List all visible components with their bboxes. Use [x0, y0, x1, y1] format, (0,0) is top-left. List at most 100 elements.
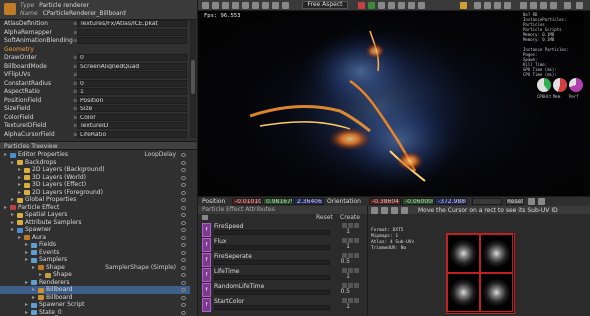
play-icon[interactable]: [368, 1, 375, 9]
function-icon[interactable]: f: [202, 298, 211, 312]
visibility-eye-icon[interactable]: [181, 213, 186, 217]
position-x-field[interactable]: -0.01010(: [232, 198, 262, 205]
tree-item[interactable]: ▸ Spatial Layers: [0, 211, 190, 219]
expand-arrow-icon[interactable]: ▸: [18, 234, 21, 242]
warning-icon[interactable]: [460, 1, 467, 9]
orientation-x-field[interactable]: -0.38604: [369, 198, 401, 205]
expand-arrow-icon[interactable]: ▸: [25, 301, 28, 309]
visibility-eye-icon[interactable]: [181, 168, 186, 172]
expand-arrow-icon[interactable]: ▸: [25, 309, 28, 316]
inspector-scrollbar[interactable]: [190, 20, 196, 138]
loop-icon[interactable]: [398, 1, 405, 9]
attribute-value[interactable]: 1: [346, 303, 350, 310]
link-icon[interactable]: [538, 198, 545, 205]
property-row[interactable]: SoftAnimationBlending ≡: [0, 37, 190, 45]
tree-item[interactable]: ▸ Editor Properties LoopDelay: [0, 151, 190, 159]
property-row[interactable]: AspectRatio ≡ 1: [0, 88, 190, 96]
layers-icon[interactable]: [484, 1, 491, 9]
visibility-eye-icon[interactable]: [181, 295, 186, 300]
property-row[interactable]: DrawOrder ≡ 0: [0, 54, 190, 62]
position-z-field[interactable]: 2.364067: [294, 198, 324, 205]
visibility-eye-icon[interactable]: [181, 175, 186, 180]
tree-item[interactable]: ▸ Backdrops: [0, 159, 190, 167]
subuv-cell[interactable]: [480, 234, 513, 273]
step-icon[interactable]: [388, 1, 395, 9]
subuv-cell[interactable]: [447, 234, 480, 273]
visibility-eye-icon[interactable]: [181, 198, 186, 202]
visibility-eye-icon[interactable]: [181, 265, 186, 270]
visibility-eye-icon[interactable]: [181, 190, 186, 195]
expand-arrow-icon[interactable]: ▸: [25, 279, 28, 287]
menu-icon[interactable]: [348, 283, 353, 288]
dropdown-icon[interactable]: [550, 1, 557, 9]
gizmo-icon[interactable]: [530, 1, 537, 9]
tree-item[interactable]: ▸ Billboard: [0, 286, 190, 294]
light-icon[interactable]: [232, 1, 239, 9]
function-icon[interactable]: f: [202, 223, 211, 237]
attribute-slider[interactable]: [214, 245, 330, 250]
visibility-eye-icon[interactable]: [181, 250, 186, 255]
property-row[interactable]: AlphaRemapper ≡: [0, 29, 190, 37]
expand-arrow-icon[interactable]: ▸: [11, 211, 14, 219]
close-icon[interactable]: [354, 223, 359, 228]
property-value-field[interactable]: 0: [77, 54, 187, 62]
view-mode-icon[interactable]: [202, 1, 209, 9]
menu-icon[interactable]: [348, 298, 353, 303]
property-value-field[interactable]: [77, 37, 187, 45]
settings-icon[interactable]: [272, 1, 279, 9]
attribute-value[interactable]: 0.5: [340, 288, 350, 295]
options-icon[interactable]: [576, 1, 583, 9]
expand-arrow-icon[interactable]: ▸: [25, 249, 28, 257]
effect-icon[interactable]: [474, 1, 481, 9]
expand-arrow-icon[interactable]: ▸: [32, 286, 35, 294]
subuv-icon[interactable]: [371, 207, 378, 214]
tree-item[interactable]: ▸ 2D Layers (Background): [0, 166, 190, 174]
visibility-eye-icon[interactable]: [181, 220, 186, 225]
tree-item[interactable]: ▸ State_0: [0, 309, 190, 316]
attribute-value[interactable]: 1: [346, 243, 350, 250]
property-value-field[interactable]: [77, 71, 187, 79]
visibility-eye-icon[interactable]: [181, 160, 186, 165]
visibility-eye-icon[interactable]: [181, 273, 186, 277]
bounds-icon[interactable]: [242, 1, 249, 9]
extra-field[interactable]: [472, 198, 502, 205]
attributes-create-button[interactable]: Create: [340, 214, 360, 221]
property-value-field[interactable]: TextureID: [77, 122, 187, 130]
expand-arrow-icon[interactable]: ▸: [18, 189, 21, 197]
attribute-slider[interactable]: [214, 260, 330, 265]
visibility-eye-icon[interactable]: [181, 153, 186, 157]
tree-item[interactable]: ▸ Attribute Samplers: [0, 219, 190, 227]
property-row[interactable]: VFlipUVs ≡: [0, 71, 190, 79]
attribute-row[interactable]: f FireSpeed 1: [202, 223, 362, 237]
expand-arrow-icon[interactable]: ▸: [25, 256, 28, 264]
close-icon[interactable]: [354, 253, 359, 258]
attribute-slider[interactable]: [214, 290, 330, 295]
tree-item[interactable]: ▸ Samplers: [0, 256, 190, 264]
visibility-eye-icon[interactable]: [181, 228, 186, 232]
expand-arrow-icon[interactable]: ▸: [18, 181, 21, 189]
visibility-eye-icon[interactable]: [181, 280, 186, 285]
copy-icon[interactable]: [342, 223, 347, 228]
tree-item[interactable]: ▸ 2D Layers (Foreground): [0, 189, 190, 197]
close-icon[interactable]: [354, 283, 359, 288]
mesh-icon[interactable]: [494, 1, 501, 9]
attribute-row[interactable]: f StartColor 1: [202, 298, 362, 312]
tree-item[interactable]: ▸ Shape SamplerShape (Simple): [0, 264, 190, 272]
tree-item[interactable]: ▸ Spawner: [0, 226, 190, 234]
attribute-value[interactable]: 0.5: [340, 258, 350, 265]
close-icon[interactable]: [354, 298, 359, 303]
snap-icon[interactable]: [540, 1, 547, 9]
texture-icon[interactable]: [504, 1, 511, 9]
copy-icon[interactable]: [342, 253, 347, 258]
fit-icon[interactable]: [391, 207, 398, 214]
property-row[interactable]: ConstantRadius ≡ 0: [0, 80, 190, 88]
tree-item[interactable]: ▸ Spawner Script: [0, 301, 190, 309]
attribute-slider[interactable]: [214, 305, 330, 310]
copy-icon[interactable]: [342, 238, 347, 243]
copy-icon[interactable]: [342, 268, 347, 273]
menu-icon[interactable]: [348, 268, 353, 273]
visibility-eye-icon[interactable]: [181, 288, 186, 292]
attribute-slider[interactable]: [214, 230, 330, 235]
zoom-icon[interactable]: [381, 207, 388, 214]
tree-item[interactable]: ▸ Events: [0, 249, 190, 257]
